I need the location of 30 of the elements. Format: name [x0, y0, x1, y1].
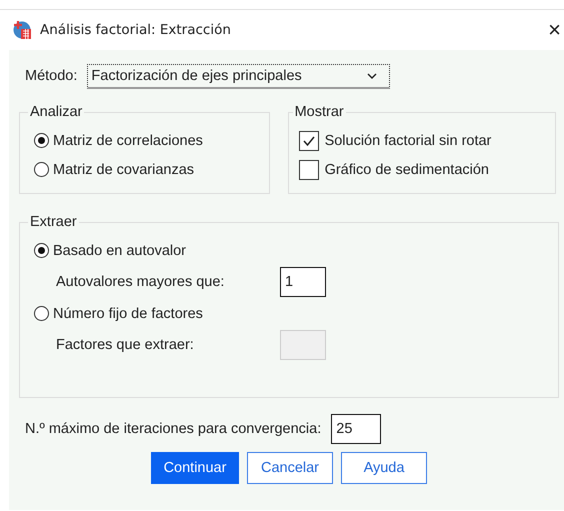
dialog-button[interactable]: Ayuda: [341, 452, 427, 484]
window-title: Análisis factorial: Extracción: [40, 22, 232, 38]
radio-label[interactable]: Número fijo de factores: [53, 306, 203, 322]
chevron-down-icon: [367, 72, 378, 78]
input-field[interactable]: 25: [331, 414, 382, 444]
method-dropdown[interactable]: Factorización de ejes principales: [87, 64, 390, 88]
group-title: Analizar: [29, 104, 84, 120]
radio-button[interactable]: [34, 306, 49, 321]
checkmark-icon: [302, 134, 316, 148]
dialog-button[interactable]: Continuar: [151, 452, 239, 484]
radio-label[interactable]: Basado en autovalor: [53, 242, 186, 258]
radio-label[interactable]: Matriz de correlaciones: [53, 132, 203, 148]
close-button[interactable]: ×: [548, 19, 561, 41]
radio-button[interactable]: [34, 133, 49, 148]
dialog-button[interactable]: Cancelar: [247, 452, 333, 484]
method-label: Método:: [25, 68, 78, 84]
field-label: Autovalores mayores que:: [56, 274, 226, 290]
checkbox[interactable]: [298, 160, 319, 180]
group-title: Mostrar: [294, 104, 345, 120]
radio-button[interactable]: [34, 162, 49, 177]
radio-button[interactable]: [34, 243, 49, 258]
field-label: Factores que extraer:: [56, 337, 195, 353]
checkbox-label[interactable]: Gráfico de sedimentación: [324, 162, 489, 178]
group-title: Extraer: [29, 214, 78, 230]
iterations-label: N.º máximo de iteraciones para convergencia:: [25, 421, 322, 437]
checkbox-label[interactable]: Solución factorial sin rotar: [324, 132, 492, 148]
app-icon: [12, 20, 32, 40]
radio-label[interactable]: Matriz de covarianzas: [53, 162, 194, 178]
input-field[interactable]: 1: [280, 267, 326, 297]
checkbox[interactable]: [298, 130, 319, 150]
